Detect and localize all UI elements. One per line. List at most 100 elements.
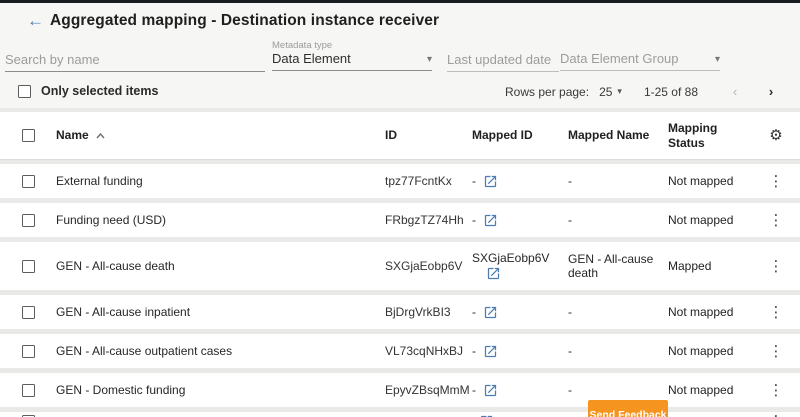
row-name: GEN - All-cause outpatient cases bbox=[56, 344, 233, 358]
row-checkbox[interactable] bbox=[21, 213, 35, 227]
row-mapped-id: - bbox=[472, 305, 476, 319]
column-header-id[interactable]: ID bbox=[385, 128, 472, 143]
row-name: External funding bbox=[56, 174, 143, 188]
row-mapped-id-cell: SXGjaEobp6V bbox=[472, 251, 568, 281]
row-mapped-id-cell bbox=[472, 414, 568, 417]
row-id: FRbgzTZ74Hh bbox=[385, 213, 464, 227]
data-element-group-select[interactable]: Data Element Group ▾ bbox=[560, 50, 720, 71]
row-mapped-id-cell: - bbox=[472, 344, 568, 359]
mapping-table: Name ID Mapped ID Mapped Name Mapping St… bbox=[0, 108, 800, 417]
search-input[interactable] bbox=[5, 50, 265, 71]
row-actions-menu-icon[interactable]: ⋮ bbox=[752, 381, 800, 399]
row-mapped-name: - bbox=[568, 174, 572, 188]
metadata-type-select[interactable]: Data Element ▾ bbox=[272, 40, 432, 71]
open-in-new-icon[interactable] bbox=[486, 266, 501, 281]
chevron-down-icon: ▾ bbox=[617, 86, 622, 96]
row-name: GEN - All-cause inpatient bbox=[56, 305, 191, 319]
select-all-checkbox[interactable] bbox=[21, 129, 35, 142]
selection-bar: Only selected items Rows per page: 25 ▾ … bbox=[0, 80, 800, 106]
table-row[interactable]: ⋮ bbox=[0, 412, 800, 417]
row-name: Funding need (USD) bbox=[56, 213, 167, 227]
metadata-type-value: Data Element bbox=[272, 51, 351, 66]
table-header-row: Name ID Mapped ID Mapped Name Mapping St… bbox=[0, 112, 800, 160]
row-name: GEN - All-cause death bbox=[56, 259, 175, 273]
page-range-label: 1-25 of 88 bbox=[643, 84, 698, 99]
row-id: tpz77FcntKx bbox=[385, 174, 452, 188]
row-checkbox-cell bbox=[0, 174, 56, 188]
row-actions-menu-icon[interactable]: ⋮ bbox=[752, 412, 800, 417]
row-mapped-id-cell: - bbox=[472, 174, 568, 189]
page-header: ← Aggregated mapping - Destination insta… bbox=[0, 3, 800, 39]
back-arrow-icon[interactable]: ← bbox=[27, 12, 44, 30]
pagination: Rows per page: 25 ▾ 1-25 of 88 ‹ › bbox=[505, 84, 782, 99]
only-selected-label: Only selected items bbox=[41, 84, 159, 98]
data-element-group-value: Data Element Group bbox=[560, 51, 679, 66]
row-checkbox[interactable] bbox=[21, 259, 35, 273]
table-row[interactable]: External funding tpz77FcntKx - - Not map… bbox=[0, 164, 800, 198]
row-mapped-id: - bbox=[472, 174, 476, 188]
row-actions-menu-icon[interactable]: ⋮ bbox=[752, 303, 800, 321]
table-row[interactable]: GEN - Domestic funding EpyvZBsqMmM - - N… bbox=[0, 373, 800, 407]
open-in-new-icon[interactable] bbox=[483, 383, 498, 398]
row-checkbox-cell bbox=[0, 383, 56, 397]
row-id: EpyvZBsqMmM bbox=[385, 383, 470, 397]
row-id: BjDrgVrkBI3 bbox=[385, 305, 451, 319]
rows-per-page-label: Rows per page: bbox=[505, 84, 590, 99]
column-header-mapped-name[interactable]: Mapped Name bbox=[568, 128, 668, 143]
column-header-name[interactable]: Name bbox=[56, 128, 385, 143]
next-page-button[interactable]: › bbox=[760, 84, 782, 99]
table-row[interactable]: GEN - All-cause inpatient BjDrgVrkBI3 - … bbox=[0, 295, 800, 329]
open-in-new-icon[interactable] bbox=[483, 174, 498, 189]
column-header-mapping-status[interactable]: Mapping Status bbox=[668, 121, 752, 151]
chevron-down-icon: ▾ bbox=[426, 54, 432, 65]
row-actions-menu-icon[interactable]: ⋮ bbox=[752, 211, 800, 229]
row-mapping-status: Not mapped bbox=[668, 213, 734, 227]
row-mapped-id: SXGjaEobp6V bbox=[472, 251, 550, 265]
row-checkbox[interactable] bbox=[21, 344, 35, 358]
only-selected-toggle[interactable]: Only selected items bbox=[18, 84, 158, 98]
row-checkbox-cell bbox=[0, 305, 56, 319]
row-checkbox[interactable] bbox=[21, 174, 35, 188]
last-updated-input[interactable] bbox=[447, 50, 559, 71]
row-mapped-id: - bbox=[472, 383, 476, 397]
search-by-name-field[interactable] bbox=[5, 50, 265, 72]
row-name: GEN - Domestic funding bbox=[56, 383, 186, 397]
chevron-down-icon: ▾ bbox=[714, 54, 720, 65]
rows-per-page-select[interactable]: 25 ▾ bbox=[599, 85, 622, 99]
open-in-new-icon[interactable] bbox=[483, 344, 498, 359]
row-actions-menu-icon[interactable]: ⋮ bbox=[752, 257, 800, 275]
row-mapped-id-cell: - bbox=[472, 305, 568, 320]
row-mapped-id: - bbox=[472, 344, 476, 358]
open-in-new-icon[interactable] bbox=[483, 213, 498, 228]
send-feedback-button[interactable]: Send Feedback bbox=[588, 400, 668, 417]
table-row[interactable]: GEN - All-cause death SXGjaEobp6V SXGjaE… bbox=[0, 242, 800, 290]
row-mapped-name: - bbox=[568, 383, 572, 397]
row-checkbox-cell bbox=[0, 259, 56, 273]
gear-icon[interactable]: ⚙ bbox=[769, 127, 782, 144]
row-mapped-name: GEN - All-cause death bbox=[568, 252, 654, 280]
header-checkbox-cell bbox=[0, 129, 56, 142]
row-mapped-name: - bbox=[568, 213, 572, 227]
row-mapping-status: Not mapped bbox=[668, 305, 734, 319]
row-checkbox[interactable] bbox=[21, 305, 35, 319]
table-row[interactable]: Funding need (USD) FRbgzTZ74Hh - - Not m… bbox=[0, 203, 800, 237]
aggregated-mapping-screen: ← Aggregated mapping - Destination insta… bbox=[0, 0, 800, 417]
row-mapping-status: Not mapped bbox=[668, 344, 734, 358]
open-in-new-icon[interactable] bbox=[483, 305, 498, 320]
row-checkbox-cell bbox=[0, 213, 56, 227]
row-id: VL73cqNHxBJ bbox=[385, 344, 464, 358]
row-actions-menu-icon[interactable]: ⋮ bbox=[752, 172, 800, 190]
only-selected-checkbox[interactable] bbox=[18, 84, 31, 98]
column-header-mapped-id[interactable]: Mapped ID bbox=[472, 128, 568, 143]
last-updated-date-field[interactable] bbox=[447, 50, 559, 72]
previous-page-button[interactable]: ‹ bbox=[724, 84, 746, 99]
row-mapping-status: Not mapped bbox=[668, 174, 734, 188]
row-checkbox[interactable] bbox=[21, 383, 35, 397]
column-header-name-label: Name bbox=[56, 128, 89, 142]
row-id: SXGjaEobp6V bbox=[385, 259, 463, 273]
row-mapped-id-cell: - bbox=[472, 213, 568, 228]
table-row[interactable]: GEN - All-cause outpatient cases VL73cqN… bbox=[0, 334, 800, 368]
row-checkbox-cell bbox=[0, 344, 56, 358]
open-in-new-icon[interactable] bbox=[479, 414, 494, 417]
row-actions-menu-icon[interactable]: ⋮ bbox=[752, 342, 800, 360]
